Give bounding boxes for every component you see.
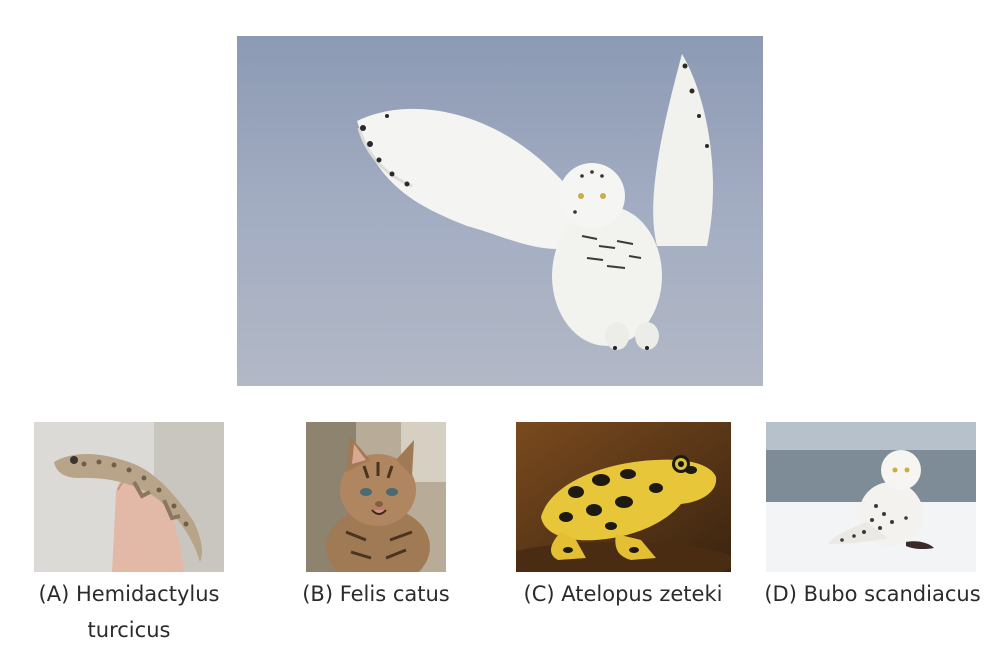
option-d-photo (766, 422, 976, 572)
option-a-label: (A) Hemidactylus turcicus (38, 582, 220, 642)
option-a-photo (34, 422, 224, 572)
option-c-label: (C) Atelopus zeteki (523, 582, 723, 606)
main-owl-photo (237, 36, 763, 386)
option-b-label: (B) Felis catus (302, 582, 450, 606)
gecko-on-finger-photo-icon (34, 422, 224, 572)
golden-frog-photo-icon (516, 422, 731, 572)
option-d-label: (D) Bubo scandiacus (764, 582, 981, 606)
option-b-photo (306, 422, 446, 572)
snowy-owl-flying-photo-icon (237, 36, 763, 386)
snowy-owl-sitting-photo-icon (766, 422, 976, 572)
kitten-photo-icon (306, 422, 446, 572)
option-c-photo (516, 422, 731, 572)
